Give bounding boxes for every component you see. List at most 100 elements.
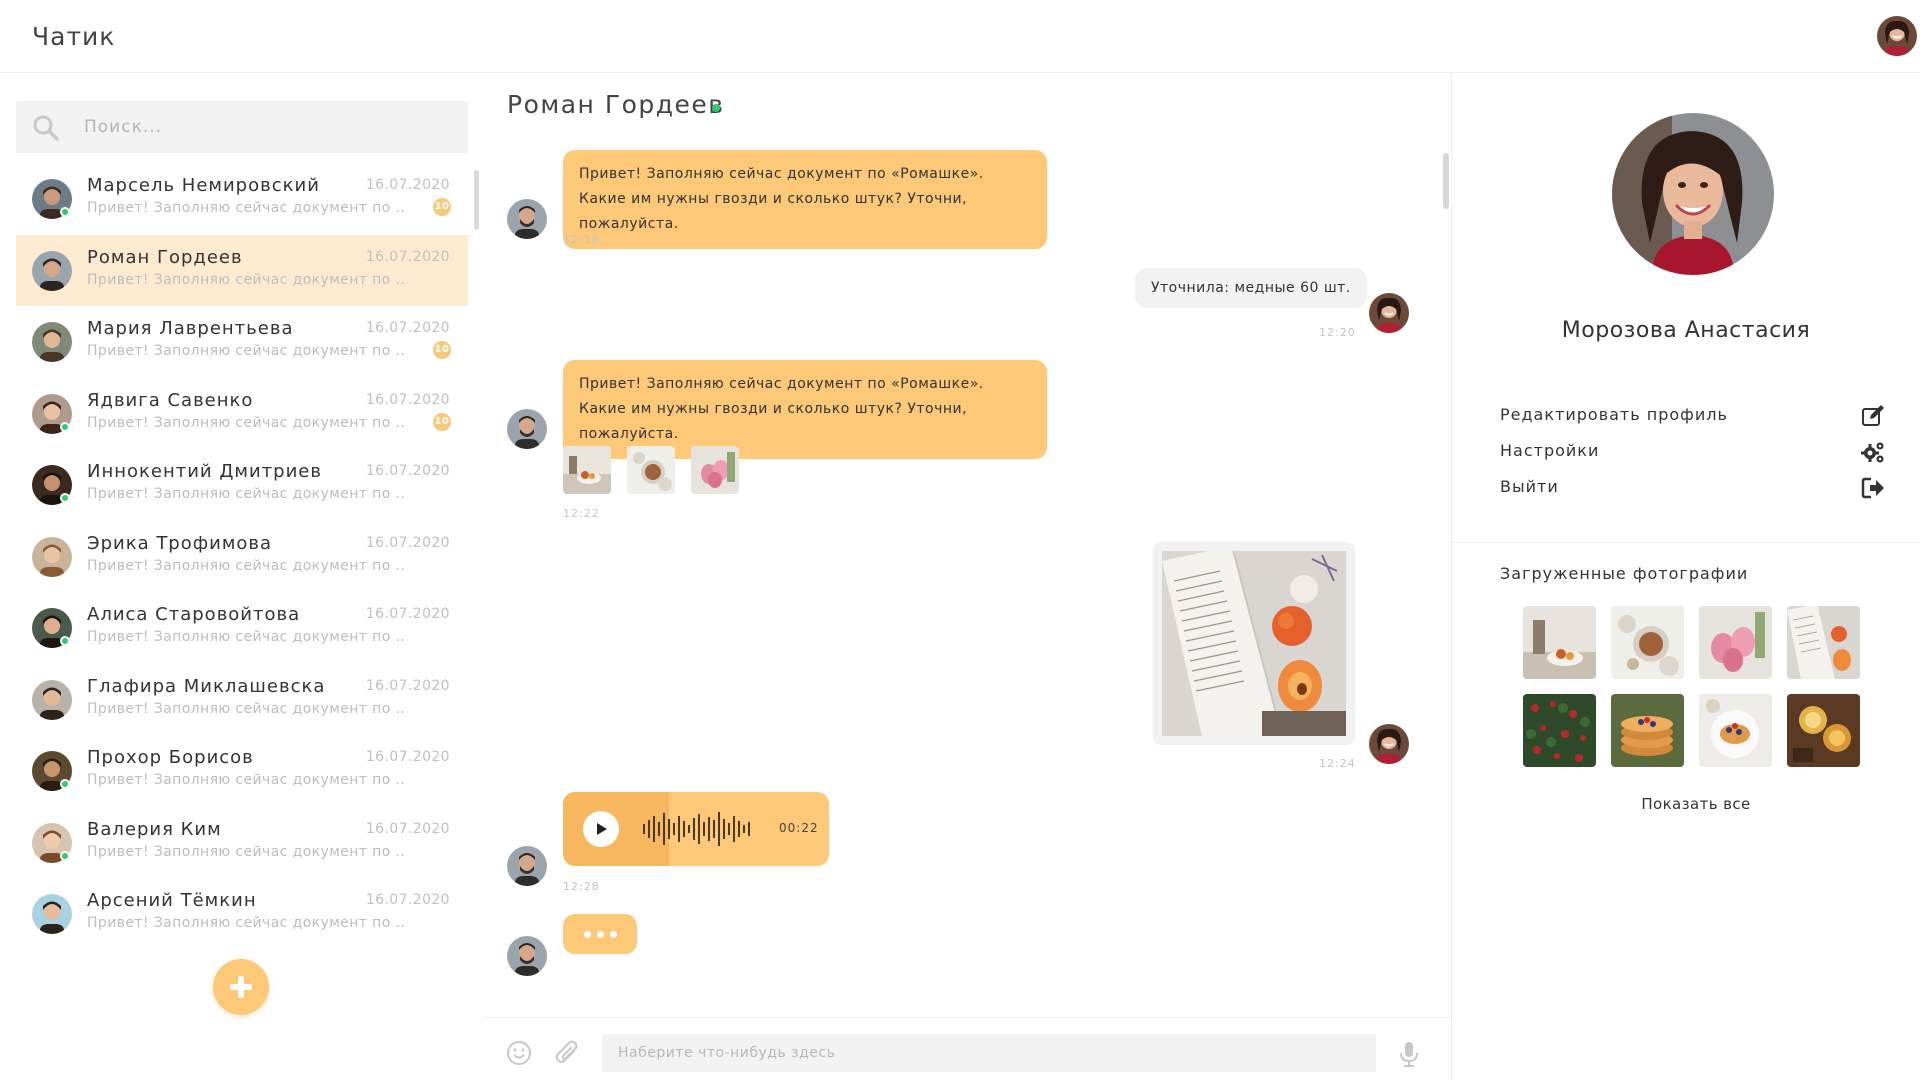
gallery-photo[interactable] (1523, 606, 1596, 679)
contact-preview: Привет! Заполняю сейчас документ по .... (87, 915, 407, 931)
contact-avatar[interactable] (507, 846, 547, 886)
contact-avatar (32, 250, 72, 291)
photo-message[interactable] (1153, 542, 1355, 745)
my-avatar[interactable] (1369, 293, 1409, 333)
unread-badge: 10 (433, 412, 451, 431)
online-indicator (60, 207, 70, 217)
show-all-link[interactable]: Показать все (1452, 795, 1920, 813)
contact-name: Прохор Борисов (87, 747, 254, 768)
profile-divider (1452, 542, 1920, 543)
contact-item[interactable]: Марсель Немировский Привет! Заполняю сейч… (16, 163, 468, 235)
contact-date: 16.07.2020 (365, 606, 450, 622)
online-indicator (60, 850, 70, 861)
contact-date: 16.07.2020 (365, 892, 450, 908)
app-title: Чатик (32, 22, 116, 51)
edit-icon (1862, 405, 1884, 426)
contact-avatar (32, 894, 72, 934)
message-bubble-outgoing: Уточнила: медные 60 шт. (1135, 268, 1367, 308)
contact-item[interactable]: Глафира Миклашевска Привет! Заполняю сейч… (16, 664, 468, 736)
contact-avatar[interactable] (507, 936, 547, 976)
unread-badge: 10 (433, 198, 451, 216)
contact-avatar[interactable] (507, 409, 547, 449)
contact-preview: Привет! Заполняю сейчас документ по .... (87, 700, 407, 717)
search-icon (33, 115, 59, 141)
attached-photo[interactable] (563, 446, 611, 494)
contact-item[interactable]: Роман Гордеев Привет! Заполняю сейчас док… (16, 234, 468, 306)
contact-item[interactable]: Арсений Тёмкин Привет! Заполняю сейчас до… (16, 878, 468, 950)
contact-date: 16.07.2020 (365, 534, 450, 551)
contact-avatar[interactable] (507, 199, 547, 239)
panel-divider (1451, 73, 1452, 1080)
contact-preview: Привет! Заполняю сейчас документ по .... (87, 629, 407, 645)
contact-preview: Привет! Заполняю сейчас документ по .... (87, 343, 407, 359)
menu-label: Настройки (1500, 441, 1600, 460)
gallery-photo[interactable] (1611, 606, 1684, 679)
contact-name: Эрика Трофимова (87, 532, 273, 554)
contact-avatar (32, 536, 72, 577)
contact-avatar (32, 679, 72, 720)
contact-item[interactable]: Мария Лаврентьева Привет! Заполняю сейчас… (16, 306, 468, 378)
contact-preview: Привет! Заполняю сейчас документ по .... (87, 843, 407, 860)
play-button[interactable] (583, 811, 619, 847)
my-avatar[interactable] (1369, 724, 1409, 764)
gallery-photo[interactable] (1699, 606, 1772, 679)
message-time: 12:18 (563, 233, 600, 246)
gallery-photo[interactable] (1787, 606, 1860, 679)
voice-duration: 00:22 (779, 821, 819, 835)
online-indicator (60, 493, 70, 503)
contact-date: 16.07.2020 (365, 320, 450, 336)
logout-icon (1861, 477, 1884, 499)
contact-item[interactable]: Алиса Старовойтова Привет! Заполняю сейча… (16, 592, 468, 664)
message-time: 12:22 (563, 507, 600, 520)
contact-item[interactable]: Ядвига Савенко Привет! Заполняю сейчас до… (16, 378, 468, 450)
gallery-photo[interactable] (1523, 694, 1596, 767)
contact-name: Мария Лаврентьева (87, 318, 294, 339)
microphone-icon[interactable] (1398, 1040, 1420, 1068)
menu-label: Выйти (1500, 477, 1559, 496)
message-time: 12:24 (1319, 757, 1356, 770)
contact-item[interactable]: Эрика Трофимова Привет! Заполняю сейчас д… (16, 521, 468, 593)
message-input[interactable] (602, 1034, 1376, 1072)
user-avatar[interactable] (1877, 16, 1917, 56)
profile-photo[interactable] (1612, 113, 1774, 275)
search-box[interactable] (16, 101, 468, 153)
settings-link[interactable]: Настройки (1500, 437, 1886, 467)
search-input[interactable] (84, 117, 444, 137)
contact-list-scrollbar[interactable] (474, 170, 479, 230)
attached-photo[interactable] (627, 446, 675, 494)
gallery-photo[interactable] (1611, 694, 1684, 767)
attach-icon[interactable] (554, 1039, 580, 1067)
composer-divider (483, 1017, 1451, 1018)
contact-date: 16.07.2020 (365, 391, 450, 408)
header-divider (0, 72, 1920, 73)
contact-name: Глафира Миклашевска (87, 675, 326, 697)
attached-photo[interactable] (691, 446, 739, 494)
emoji-icon[interactable] (506, 1040, 532, 1066)
contact-preview: Привет! Заполняю сейчас документ по .... (87, 772, 407, 788)
contact-item[interactable]: Прохор Борисов Привет! Заполняю сейчас до… (16, 735, 468, 807)
contact-date: 16.07.2020 (365, 248, 450, 265)
new-chat-button[interactable] (213, 959, 269, 1015)
chat-title: Роман Гордеев (507, 90, 725, 119)
chat-scrollbar[interactable] (1443, 153, 1449, 209)
contact-date: 16.07.2020 (365, 677, 450, 694)
gallery-photo[interactable] (1787, 694, 1860, 767)
edit-profile-link[interactable]: Редактировать профиль (1500, 401, 1886, 431)
profile-name: Морозова Анастасия (1561, 318, 1811, 343)
message-bubble-incoming: Привет! Заполняю сейчас документ по «Ром… (563, 360, 1047, 459)
contact-item[interactable]: Валерия Ким Привет! Заполняю сейчас докум… (16, 807, 468, 879)
voice-message[interactable]: 00:22 (563, 792, 829, 866)
book-peach-photo[interactable] (1162, 551, 1346, 736)
message-bubble-incoming: Привет! Заполняю сейчас документ по «Ром… (563, 150, 1047, 249)
contact-name: Арсений Тёмкин (87, 890, 257, 911)
gallery-photo[interactable] (1699, 694, 1772, 767)
contact-item[interactable]: Иннокентий Дмитриев Привет! Заполняю сейч… (16, 449, 468, 521)
logout-link[interactable]: Выйти (1500, 473, 1886, 503)
play-icon (597, 823, 607, 835)
menu-label: Редактировать профиль (1500, 405, 1728, 424)
contact-name: Валерия Ким (87, 818, 222, 840)
uploaded-photos-title: Загруженные фотографии (1500, 564, 1749, 583)
contact-name: Роман Гордеев (87, 246, 243, 268)
gears-icon (1861, 442, 1884, 463)
contact-preview: Привет! Заполняю сейчас документ по .... (87, 200, 407, 216)
